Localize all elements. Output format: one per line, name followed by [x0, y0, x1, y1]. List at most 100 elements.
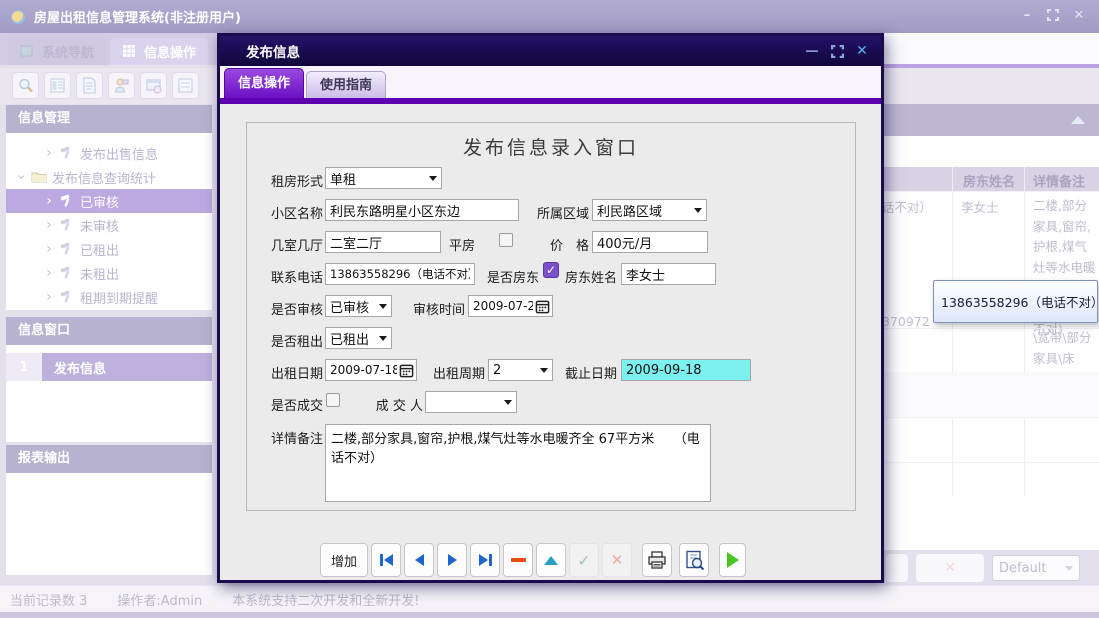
deal-done-checkbox[interactable] — [326, 393, 340, 407]
document-button[interactable] — [76, 72, 103, 99]
user-button[interactable] — [108, 72, 135, 99]
delete-record-button[interactable] — [503, 543, 533, 577]
community-label: 小区名称 — [267, 203, 323, 222]
window-bottom-edge — [0, 612, 1099, 618]
grid-line — [880, 417, 1099, 418]
chevron-right-icon: › — [44, 217, 54, 233]
close-record-button[interactable]: ✕ — [916, 554, 984, 582]
form-title: 发布信息录入窗口 — [247, 133, 855, 160]
sidebar-item-audited[interactable]: › 已审核 — [6, 189, 212, 213]
sidebar-item-lease-expiry[interactable]: › 租期到期提醒 — [6, 285, 212, 309]
ghost-button[interactable] — [886, 554, 908, 582]
list-button[interactable] — [44, 72, 71, 99]
section-header-info-mgmt[interactable]: 信息管理 — [6, 105, 212, 133]
window-button[interactable] — [140, 72, 167, 99]
sidebar-item-rented[interactable]: › 已租出 — [6, 237, 212, 261]
grid-line — [880, 462, 1099, 463]
preview-button[interactable] — [679, 543, 709, 577]
extra-button[interactable] — [172, 72, 199, 99]
first-icon — [380, 554, 393, 566]
prev-record-button[interactable] — [404, 543, 434, 577]
rent-type-select[interactable]: 单租 — [325, 167, 442, 189]
restore-icon[interactable] — [1045, 7, 1061, 23]
sidebar-folder-query-stats[interactable]: › 发布信息查询统计 — [6, 165, 212, 189]
confirm-button[interactable]: ✓ — [569, 543, 599, 577]
cancel-button[interactable]: ✕ — [602, 543, 632, 577]
calendar-icon[interactable] — [397, 360, 416, 380]
price-input[interactable] — [592, 231, 708, 253]
print-button[interactable] — [642, 543, 672, 577]
region-select[interactable]: 利民路区域 — [592, 199, 707, 221]
rent-period-select[interactable]: 2 — [488, 359, 553, 381]
tab-info-ops[interactable]: 信息操作 — [110, 38, 208, 65]
status-operator: 操作者:Admin — [117, 590, 202, 609]
sidebar-item-unaudited[interactable]: › 未审核 — [6, 213, 212, 237]
add-button[interactable]: 增加 — [320, 543, 368, 577]
chevron-down-icon — [1065, 566, 1073, 571]
chevron-right-icon: › — [44, 265, 54, 281]
triangle-up-icon — [544, 556, 558, 565]
rooms-input[interactable] — [325, 231, 441, 253]
minimize-icon[interactable]: – — [1019, 7, 1035, 23]
item-label: 发布信息 — [42, 353, 212, 381]
minus-icon — [511, 558, 526, 562]
hammer-icon — [59, 145, 75, 161]
edit-record-button[interactable] — [536, 543, 566, 577]
maximize-icon[interactable] — [830, 44, 844, 58]
calendar-icon[interactable] — [533, 296, 552, 316]
community-input[interactable] — [325, 199, 519, 221]
sidebar-item-unrented[interactable]: › 未租出 — [6, 261, 212, 285]
rent-date-picker[interactable]: 2009-07-18 — [325, 359, 417, 381]
section-header-info-window[interactable]: 信息窗口 — [6, 317, 212, 345]
report-output-panel — [6, 473, 212, 575]
cell-detail: \宽带\部分家具\床 — [1033, 328, 1097, 369]
last-record-button[interactable] — [470, 543, 500, 577]
bungalow-checkbox[interactable] — [499, 233, 513, 247]
rented-select[interactable]: 已租出 — [325, 327, 392, 349]
phone-label: 联系电话 — [267, 267, 323, 286]
info-window-panel: 1 发布信息 — [6, 345, 212, 442]
rooms-label: 几室几厅 — [267, 235, 323, 254]
minimize-icon[interactable]: — — [805, 44, 819, 58]
publish-info-dialog: 发布信息 — ✕ 信息操作 使用指南 发布信息录入窗口 租房形式 单租 小区 — [217, 33, 884, 583]
square-icon — [20, 44, 36, 60]
rent-date-label: 出租日期 — [267, 363, 323, 382]
info-window-item-publish[interactable]: 1 发布信息 — [6, 353, 212, 381]
sidebar-item-publish-sale[interactable]: › 发布出售信息 — [6, 141, 212, 165]
item-index: 1 — [6, 353, 42, 381]
audited-select[interactable]: 已审核 — [325, 295, 392, 317]
preview-icon — [684, 550, 705, 571]
chevron-right-icon: › — [44, 193, 54, 209]
is-landlord-checkbox[interactable]: ✓ — [543, 262, 559, 278]
audit-time-label: 审核时间 — [409, 299, 465, 318]
collapse-arrow-icon[interactable] — [1071, 116, 1085, 124]
cell-landlord: 李女士 — [961, 198, 999, 219]
dialog-tabs: 信息操作 使用指南 — [220, 66, 881, 98]
tab-system-nav[interactable]: 系统导航 — [8, 38, 106, 65]
window-icon — [145, 77, 163, 95]
tab-info-ops[interactable]: 信息操作 — [224, 68, 304, 98]
run-button[interactable] — [719, 543, 746, 577]
main-titlebar: 房屋出租信息管理系统(非注册用户) – ✕ — [0, 0, 1099, 33]
next-record-button[interactable] — [437, 543, 467, 577]
close-icon[interactable]: ✕ — [1071, 7, 1087, 23]
audited-label: 是否审核 — [267, 299, 323, 318]
next-icon — [448, 554, 457, 566]
style-selector[interactable]: Default — [992, 555, 1080, 581]
landlord-name-input[interactable] — [621, 263, 716, 285]
first-record-button[interactable] — [371, 543, 401, 577]
chevron-down-icon — [500, 392, 516, 412]
phone-input[interactable] — [325, 263, 475, 285]
chevron-down-icon — [690, 200, 706, 220]
grid-line — [952, 167, 953, 497]
detail-textarea[interactable]: 二楼,部分家具,窗帘,护根,煤气灶等水电暖齐全 67平方米 （电话不对） — [325, 424, 711, 502]
tab-user-guide[interactable]: 使用指南 — [306, 71, 386, 98]
deal-person-select[interactable] — [425, 391, 517, 413]
close-icon[interactable]: ✕ — [855, 44, 869, 58]
search-button[interactable] — [12, 72, 39, 99]
section-header-report-output[interactable]: 报表输出 — [6, 445, 212, 473]
end-date-input[interactable] — [621, 359, 751, 381]
audit-time-picker[interactable]: 2009-07-21 — [468, 295, 553, 317]
chevron-down-icon: › — [13, 172, 29, 182]
grid-line — [1024, 167, 1025, 497]
